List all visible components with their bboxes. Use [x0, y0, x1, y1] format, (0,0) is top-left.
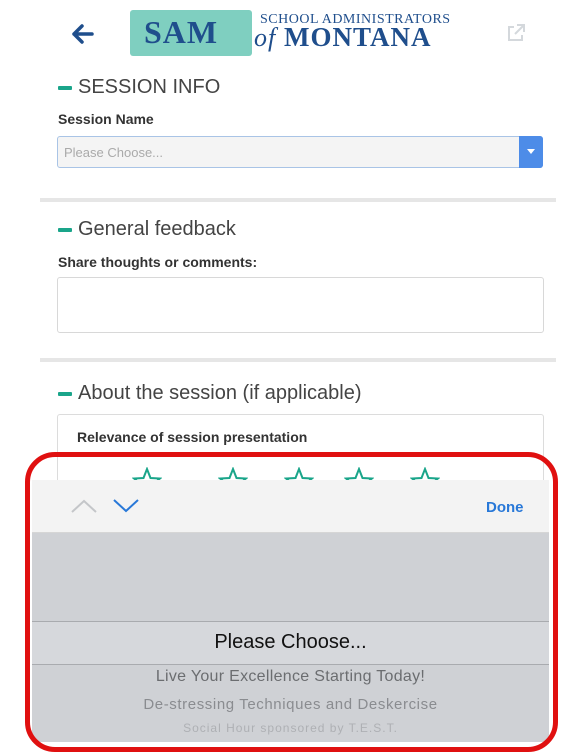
collapse-dash-icon — [58, 227, 72, 232]
section-divider — [40, 198, 556, 202]
section-title-about-session: About the session (if applicable) — [78, 382, 362, 404]
caret-down-icon — [527, 149, 535, 154]
dropdown-button[interactable] — [519, 136, 543, 168]
relevance-label: Relevance of session presentation — [77, 429, 308, 445]
external-link-icon[interactable] — [505, 22, 527, 44]
chevron-up-icon[interactable] — [70, 498, 98, 514]
section-about-session[interactable]: About the session (if applicable) — [58, 382, 362, 405]
picker-option-selected[interactable]: Please Choose... — [32, 631, 549, 654]
section-title-general-feedback: General feedback — [78, 218, 236, 240]
picker-wheel[interactable]: Please Choose... Live Your Excellence St… — [32, 533, 549, 742]
session-name-label: Session Name — [58, 111, 154, 127]
collapse-dash-icon — [58, 391, 72, 396]
arrow-left-icon[interactable] — [68, 22, 96, 46]
picker-toolbar: Done — [32, 480, 549, 533]
section-divider — [40, 358, 556, 362]
sam-logo: SAM SCHOOL ADMINISTRATORS of MONTANA — [122, 6, 482, 58]
picker-option[interactable]: De-stressing Techniques and Deskercise — [32, 696, 549, 713]
comments-label: Share thoughts or comments: — [58, 254, 258, 270]
collapse-dash-icon — [58, 85, 72, 90]
session-name-select[interactable]: Please Choose... — [57, 136, 543, 168]
session-name-placeholder: Please Choose... — [64, 145, 164, 160]
section-general-feedback[interactable]: General feedback — [58, 218, 236, 241]
section-title-session-info: SESSION INFO — [78, 76, 221, 98]
done-button[interactable]: Done — [486, 499, 524, 516]
picker-option[interactable]: Social Hour sponsored by T.E.S.T. — [32, 721, 549, 735]
picker-option[interactable]: Live Your Excellence Starting Today! — [32, 668, 549, 686]
app-header: SAM SCHOOL ADMINISTRATORS of MONTANA — [0, 0, 575, 64]
chevron-down-icon[interactable] — [112, 498, 140, 514]
option-picker[interactable]: Done Please Choose... Live Your Excellen… — [32, 480, 549, 742]
logo-of: of — [254, 23, 277, 52]
logo-montana-word: MONTANA — [283, 22, 432, 52]
comments-textarea[interactable] — [57, 277, 544, 333]
section-session-info[interactable]: SESSION INFO — [58, 76, 220, 99]
logo-sam-text: SAM — [144, 14, 219, 50]
logo-montana: of MONTANA — [254, 22, 431, 53]
